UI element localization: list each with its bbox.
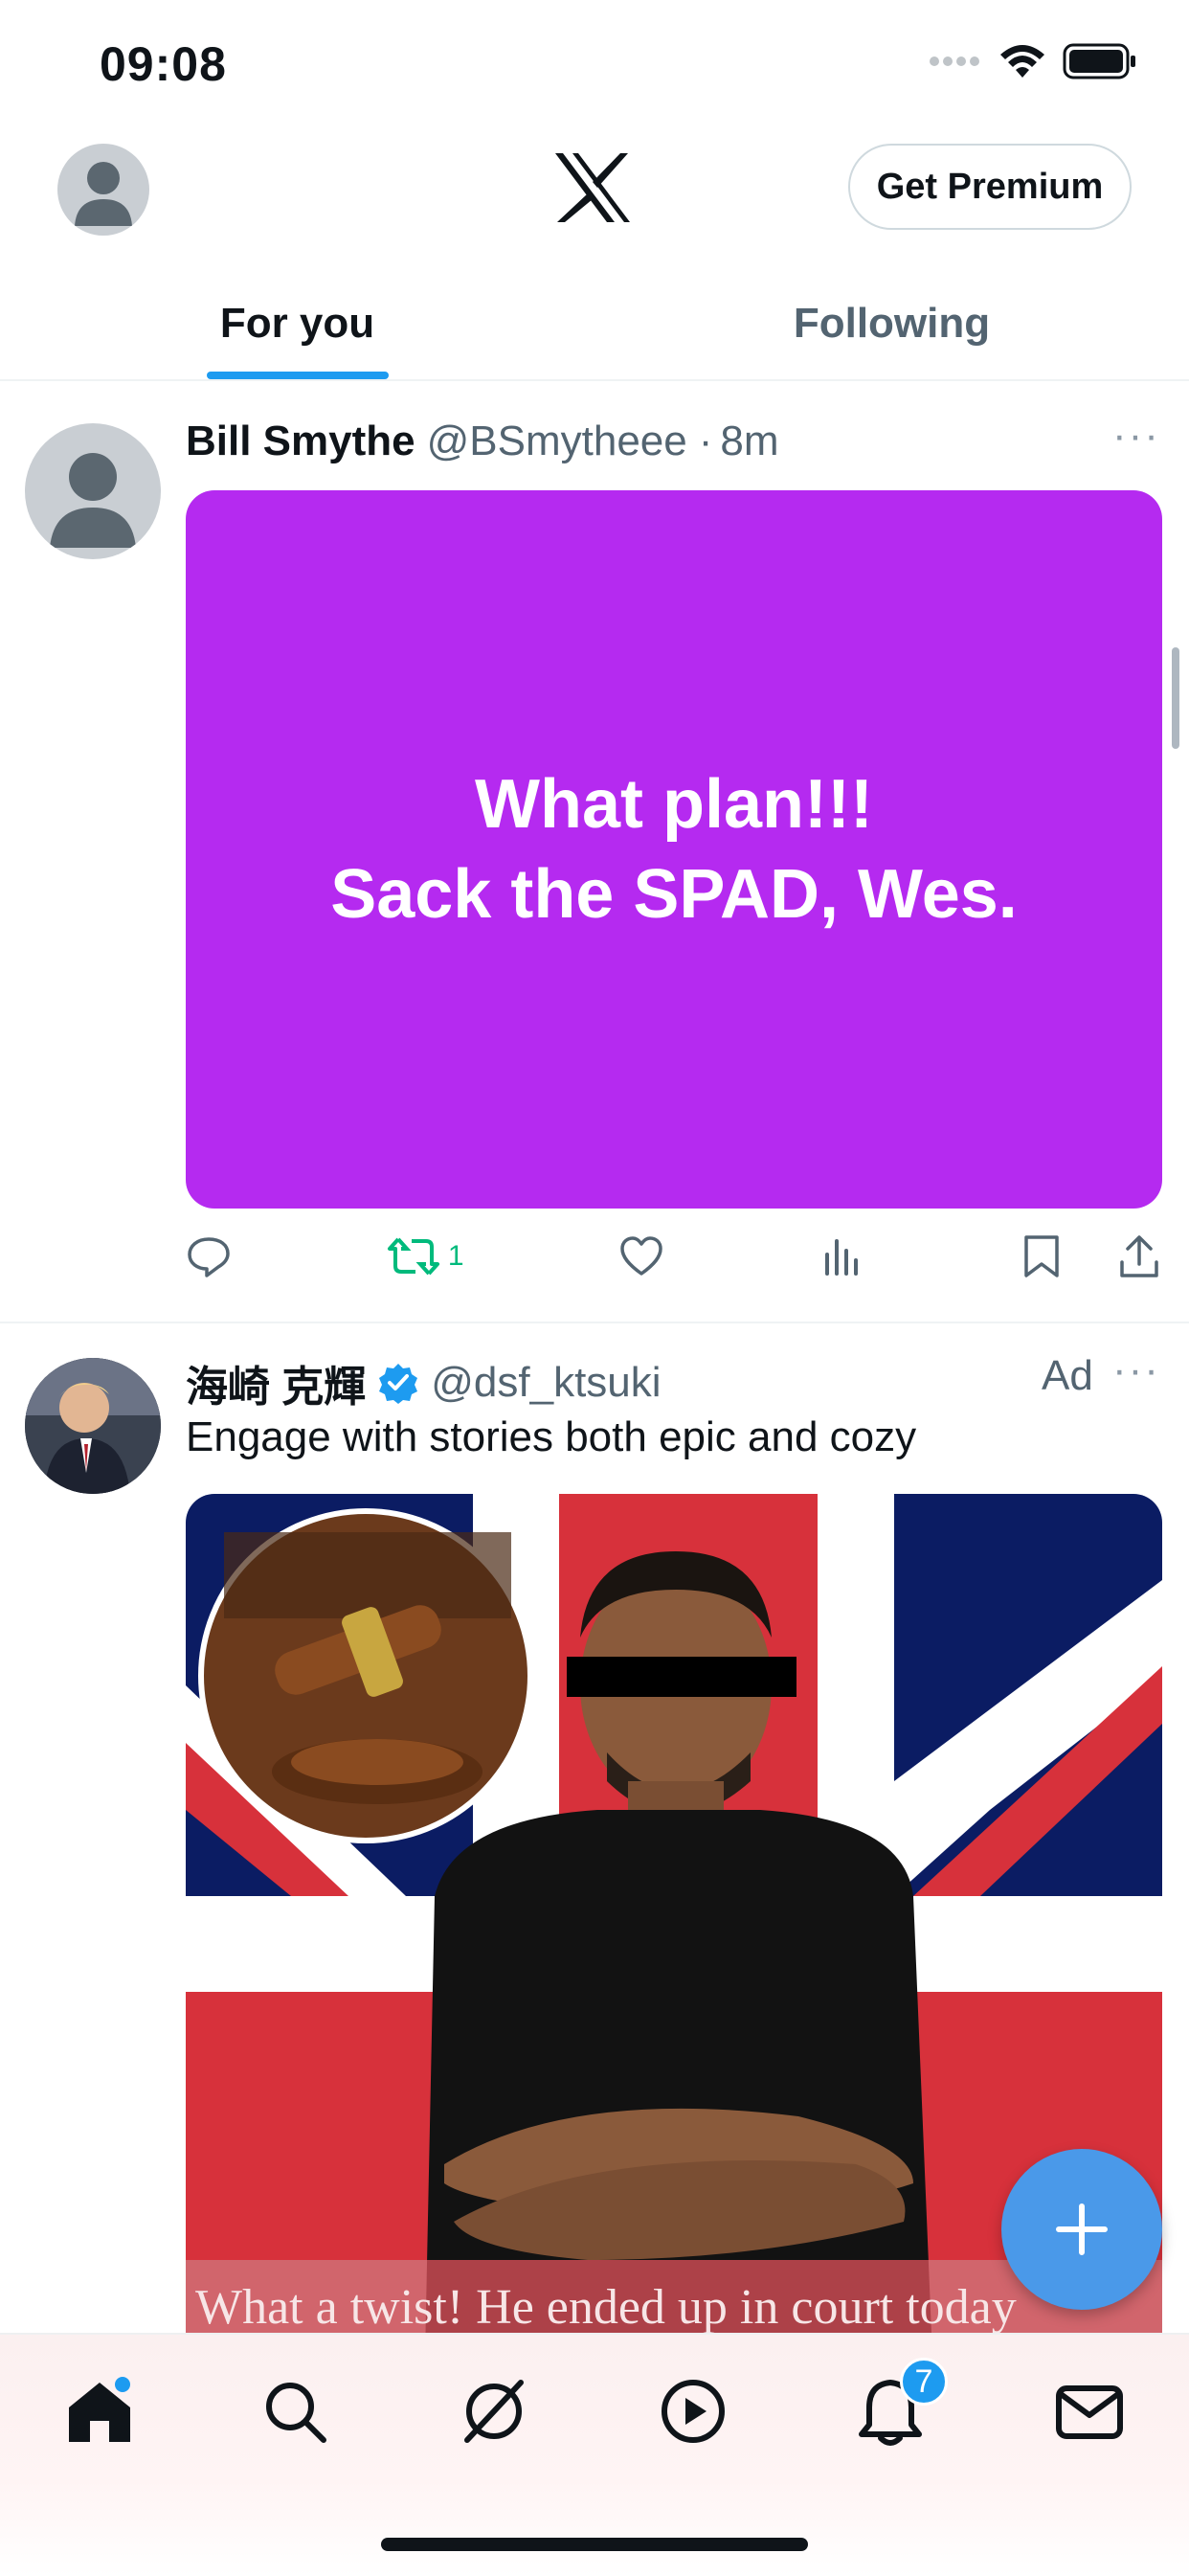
retweet-button[interactable]: 1 (387, 1233, 464, 1279)
tweet-text: Engage with stories both epic and cozy (186, 1413, 917, 1460)
tweet-time: 8m (720, 418, 779, 464)
active-tab-indicator (206, 372, 389, 379)
video-icon[interactable] (657, 2375, 729, 2448)
profile-avatar[interactable] (57, 144, 149, 236)
tweet-header: Bill Smythe @BSmytheee · 8m (186, 418, 779, 465)
signal-icon (930, 56, 979, 66)
bookmark-share-group (1021, 1233, 1162, 1279)
search-icon[interactable] (258, 2375, 331, 2448)
share-icon[interactable] (1116, 1233, 1162, 1279)
verified-badge-icon (379, 1364, 418, 1404)
battery-icon (1063, 43, 1135, 79)
author-name[interactable]: 海崎 克輝 (186, 1352, 366, 1413)
analytics-icon (825, 1239, 859, 1276)
tab-label: Following (793, 300, 991, 347)
reply-button[interactable] (186, 1233, 232, 1279)
tweet-header: 海崎 克輝 @dsf_ktsuki (186, 1352, 662, 1413)
separator: · (698, 418, 713, 464)
default-avatar-icon (75, 162, 132, 226)
grok-icon[interactable] (458, 2375, 530, 2448)
more-options-icon[interactable]: ··· (1112, 1346, 1160, 1394)
heart-icon (620, 1236, 663, 1276)
x-logo-icon[interactable] (553, 151, 632, 224)
like-button[interactable] (618, 1233, 664, 1279)
get-premium-button[interactable]: Get Premium (848, 144, 1132, 230)
tweet-media-image[interactable]: What plan!!! Sack the SPAD, Wes. (186, 490, 1162, 1209)
media-text-line: Sack the SPAD, Wes. (330, 856, 1018, 933)
plus-icon (1056, 2203, 1108, 2255)
author-handle[interactable]: @BSmytheee (427, 418, 687, 465)
tweet-actions: 1 (186, 1233, 1162, 1279)
tweet-divider (0, 1322, 1189, 1323)
retweet-count: 1 (447, 1240, 464, 1272)
author-handle[interactable]: @dsf_ktsuki (431, 1359, 661, 1407)
more-options-icon[interactable]: ··· (1112, 412, 1160, 460)
reply-icon (188, 1237, 230, 1277)
tweet-avatar[interactable] (25, 423, 161, 559)
ad-label: Ad (1042, 1352, 1093, 1399)
timeline-tabs: For you Following (0, 268, 1189, 381)
ad-media-caption: What a twist! He ended up in court today (195, 2280, 1017, 2335)
tab-following[interactable]: Following (594, 268, 1189, 379)
notification-badge: 7 (900, 2358, 948, 2406)
tweet-avatar[interactable] (25, 1358, 161, 1494)
compose-post-button[interactable] (1001, 2149, 1162, 2310)
views-button[interactable] (819, 1233, 865, 1279)
home-icon[interactable] (63, 2375, 136, 2448)
default-avatar-icon (50, 453, 136, 548)
bookmark-icon[interactable] (1021, 1233, 1063, 1279)
home-indicator[interactable] (381, 2538, 808, 2551)
status-icons (929, 42, 1139, 80)
wifi-icon (1000, 45, 1044, 78)
media-text-line: What plan!!! (475, 766, 873, 843)
scrollbar-thumb[interactable] (1172, 647, 1179, 749)
author-name[interactable]: Bill Smythe (186, 418, 415, 465)
messages-icon[interactable] (1053, 2375, 1126, 2448)
tab-for-you[interactable]: For you (0, 268, 594, 379)
status-time: 09:08 (100, 37, 227, 91)
avatar-photo (25, 1358, 161, 1494)
tab-label: For you (219, 300, 375, 347)
retweet-icon (387, 1237, 439, 1276)
